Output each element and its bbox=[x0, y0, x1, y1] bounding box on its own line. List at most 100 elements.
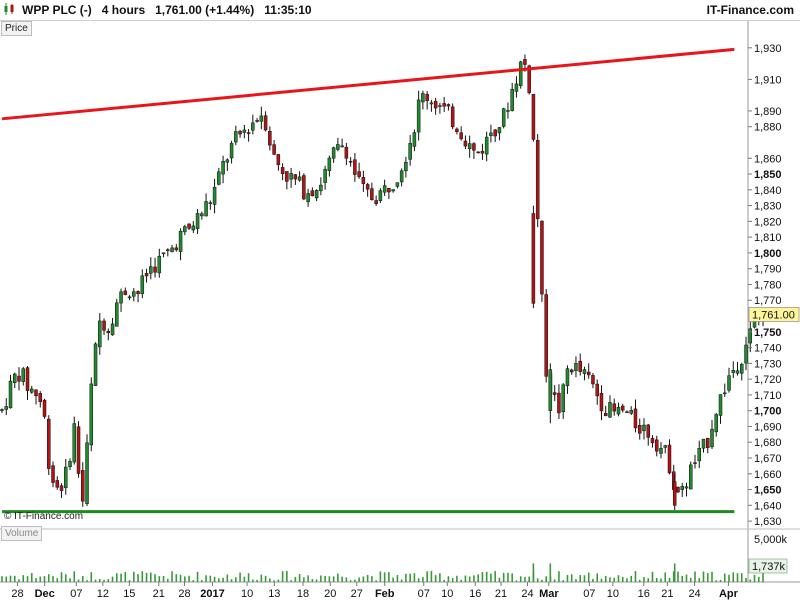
y-tick-label: 1,850 bbox=[754, 169, 782, 181]
x-tick-label: 10 bbox=[607, 588, 619, 600]
volume-bar bbox=[532, 563, 535, 582]
candle-body bbox=[646, 424, 650, 438]
candle-body bbox=[89, 383, 94, 446]
candle-body bbox=[17, 375, 21, 382]
candle-body bbox=[510, 88, 514, 111]
candle-body bbox=[293, 174, 298, 180]
volume-bar bbox=[694, 571, 696, 582]
candle-body bbox=[208, 202, 213, 204]
candle-body bbox=[578, 360, 582, 372]
volume-bar bbox=[47, 574, 50, 582]
volume-bar bbox=[447, 576, 450, 582]
volume-bar bbox=[264, 575, 267, 582]
candle-body bbox=[667, 444, 672, 474]
volume-bar bbox=[575, 579, 577, 582]
candle-body bbox=[174, 247, 179, 251]
volume-bar bbox=[422, 577, 424, 582]
price-axis: 1,930 1,910 1,890 1,880 1,860 1,850 1,840 1,830… bbox=[748, 43, 800, 574]
volume-bar bbox=[192, 580, 195, 582]
volume-bar bbox=[294, 576, 297, 582]
volume-bar bbox=[120, 573, 122, 582]
volume-bar bbox=[273, 580, 275, 582]
candle-body bbox=[30, 388, 34, 393]
volume-bar bbox=[494, 571, 496, 582]
volume-bar bbox=[460, 579, 462, 582]
candle-body bbox=[4, 406, 9, 410]
candle-body bbox=[612, 403, 616, 412]
title-bar: WPP PLC (-) 4 hours 1,761.00 (+1.44%) 11… bbox=[0, 0, 800, 21]
volume-bar bbox=[13, 575, 16, 582]
candle-body bbox=[603, 413, 608, 417]
candle-body bbox=[718, 394, 723, 416]
volume-bar bbox=[201, 580, 203, 582]
candle-body bbox=[21, 368, 26, 382]
volume-bar bbox=[673, 563, 676, 582]
volume-bar bbox=[515, 580, 518, 582]
volume-bar bbox=[94, 579, 97, 582]
volume-bar bbox=[320, 575, 322, 582]
candle-body bbox=[684, 486, 689, 489]
candle-body bbox=[599, 392, 604, 412]
volume-bar bbox=[98, 579, 101, 582]
candle-body bbox=[68, 461, 72, 467]
candle-body bbox=[191, 225, 196, 231]
candle-body bbox=[480, 151, 485, 154]
watermark: © IT-Finance.com bbox=[4, 511, 84, 522]
candle-body bbox=[727, 375, 731, 391]
price-chart[interactable]: 1,930 1,910 1,890 1,880 1,860 1,850 1,840 1,830… bbox=[0, 21, 800, 600]
volume-bar bbox=[162, 575, 165, 582]
candle-body bbox=[574, 363, 578, 371]
candle-body bbox=[391, 189, 395, 192]
volume-bar bbox=[468, 576, 471, 582]
candle-body bbox=[569, 369, 574, 373]
volume-bar bbox=[647, 578, 650, 582]
volume-bar bbox=[22, 575, 25, 582]
candle-body bbox=[608, 402, 612, 418]
candle-body bbox=[183, 226, 187, 233]
x-tick-label: Apr bbox=[719, 588, 739, 600]
x-tick-label: 12 bbox=[97, 588, 109, 600]
y-tick-label: 1,790 bbox=[754, 264, 782, 276]
candle-body bbox=[72, 423, 77, 463]
candle-body bbox=[115, 302, 119, 327]
x-tick-label: Mar bbox=[539, 588, 559, 600]
candle-body bbox=[714, 414, 719, 433]
candlestick-icon bbox=[4, 3, 14, 15]
y-tick-label: 1,860 bbox=[754, 153, 782, 165]
volume-bar bbox=[740, 573, 743, 582]
candle-body bbox=[557, 392, 561, 414]
x-tick-label: 21 bbox=[495, 588, 507, 600]
candle-body bbox=[361, 177, 366, 184]
candle-body bbox=[514, 83, 519, 92]
candle-body bbox=[319, 184, 323, 192]
candle-body bbox=[459, 132, 463, 140]
volume-bar bbox=[145, 572, 148, 582]
candle-body bbox=[314, 190, 319, 199]
volume-bar bbox=[73, 571, 76, 582]
candle-body bbox=[144, 273, 149, 277]
candle-body bbox=[591, 375, 595, 385]
candle-body bbox=[47, 418, 51, 469]
candle-body bbox=[748, 328, 753, 344]
candle-body bbox=[472, 143, 476, 151]
candle-body bbox=[242, 129, 247, 133]
candle-body bbox=[374, 200, 378, 204]
candle-body bbox=[387, 187, 391, 193]
candle-body bbox=[637, 425, 642, 434]
volume-bar bbox=[613, 577, 616, 582]
volume-bar bbox=[643, 577, 645, 582]
candle-body bbox=[552, 392, 557, 395]
y-tick-label: 1,710 bbox=[754, 390, 782, 402]
volume-bar bbox=[524, 577, 526, 582]
volume-bar bbox=[681, 576, 684, 582]
volume-bar bbox=[39, 576, 42, 582]
candle-body bbox=[149, 266, 153, 274]
volume-bar bbox=[43, 576, 46, 582]
x-tick-label: 18 bbox=[297, 588, 309, 600]
volume-bar bbox=[26, 576, 29, 582]
candle-body bbox=[140, 275, 145, 295]
x-tick-label: 16 bbox=[469, 588, 481, 600]
volume-bar bbox=[328, 576, 331, 582]
y-tick-label: 1,930 bbox=[754, 43, 782, 55]
candle-body bbox=[268, 130, 272, 146]
